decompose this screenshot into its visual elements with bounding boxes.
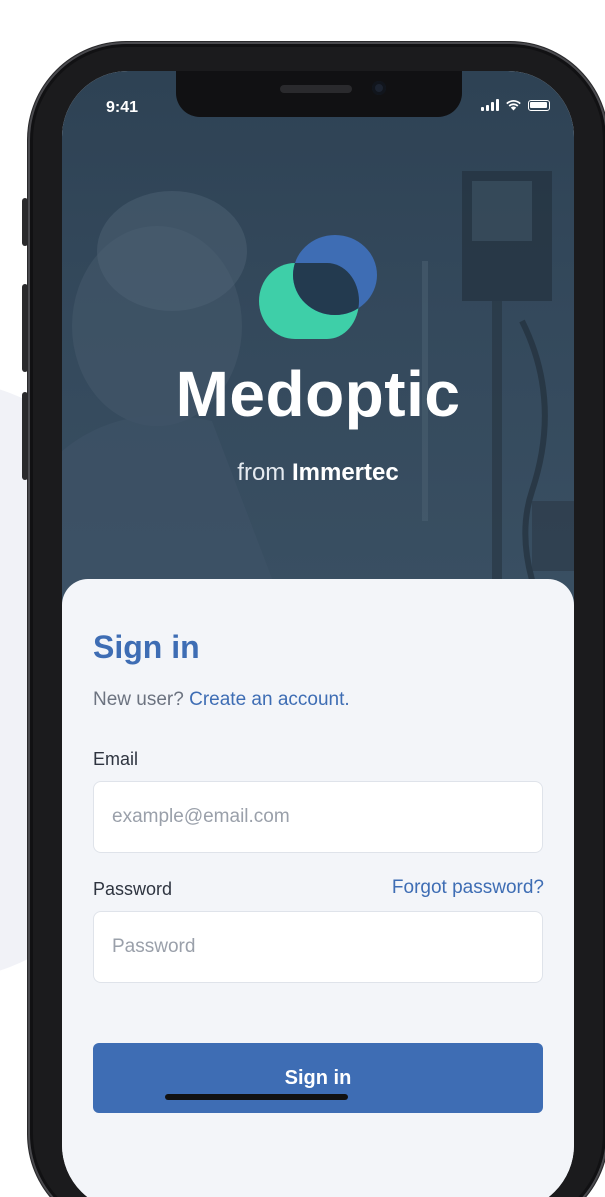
new-user-prompt: New user? (93, 689, 184, 710)
wifi-icon (506, 100, 521, 111)
battery-icon (528, 99, 550, 111)
email-label: Email (93, 749, 139, 769)
brand-from: from (237, 459, 286, 486)
forgot-password-link[interactable]: Forgot password? (392, 877, 544, 899)
page: 9:41 Medoptic from Immertec Sign in New … (0, 0, 605, 1197)
signin-card: Sign in New user? Create an account. Ema… (62, 579, 574, 1197)
signal-icon (481, 99, 499, 111)
volume-up-button (22, 284, 28, 372)
medoptic-logo-icon (259, 235, 377, 339)
brand-company: Immertec (291, 459, 399, 486)
silent-switch (22, 198, 28, 246)
surgeon-background-image (62, 171, 574, 631)
signin-button[interactable]: Sign in (93, 1043, 543, 1113)
email-field[interactable] (93, 781, 543, 853)
front-camera (372, 81, 386, 95)
brand-tagline: from Immertec (62, 459, 574, 487)
phone-notch (176, 71, 462, 117)
phone-screen: 9:41 Medoptic from Immertec Sign in New … (62, 71, 574, 1197)
volume-down-button (22, 392, 28, 480)
hero-header: 9:41 Medoptic from Immertec (62, 71, 574, 631)
status-time: 9:41 (106, 99, 139, 116)
new-user-row: New user? Create an account. (93, 689, 350, 711)
home-indicator (165, 1094, 348, 1100)
password-field[interactable] (93, 911, 543, 983)
password-label: Password (93, 879, 173, 899)
create-account-link[interactable]: Create an account. (189, 689, 350, 710)
speaker-grille (280, 85, 352, 93)
status-icons (481, 99, 550, 111)
signin-title: Sign in (93, 629, 200, 665)
brand-name: Medoptic (175, 358, 461, 430)
